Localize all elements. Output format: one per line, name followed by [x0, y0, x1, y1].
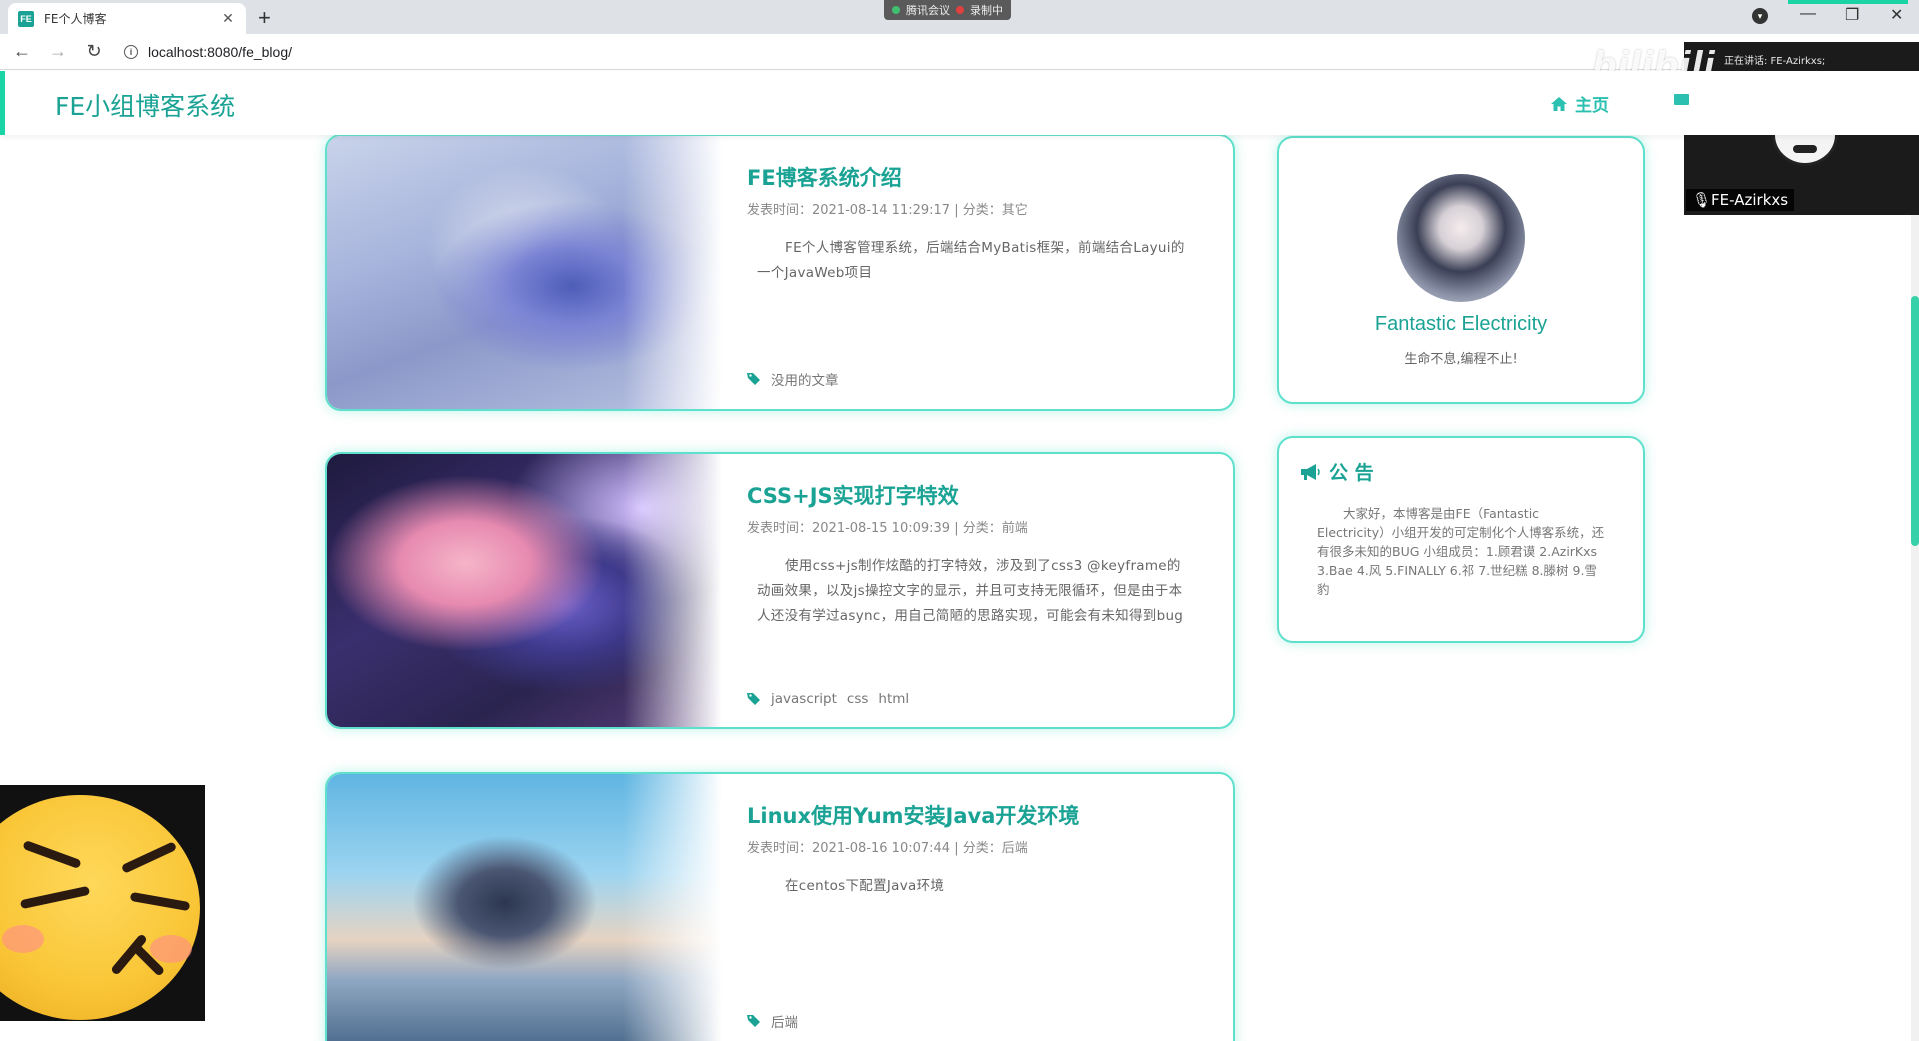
post-tags: 后端	[747, 1011, 798, 1031]
profile-card: Fantastic Electricity 生命不息,编程不止!	[1277, 136, 1645, 404]
page-scrollbar[interactable]	[1911, 71, 1919, 1041]
site-header: FE小组博客系统 主页	[0, 71, 1919, 135]
back-icon[interactable]: ←	[8, 41, 36, 62]
post-card[interactable]: CSS+JS实现打字特效 发表时间：2021-08-15 10:09:39 | …	[325, 452, 1235, 729]
scrollbar-thumb[interactable]	[1911, 296, 1919, 546]
folder-icon[interactable]	[1674, 94, 1689, 105]
post-cover-image[interactable]	[327, 136, 722, 409]
meeting-app-label: 腾讯会议	[906, 4, 950, 17]
post-card[interactable]: Linux使用Yum安装Java开发环境 发表时间：2021-08-16 10:…	[325, 772, 1235, 1041]
tags-icon	[747, 693, 760, 705]
post-title[interactable]: CSS+JS实现打字特效	[747, 480, 959, 510]
camera-name-label: 🎙FE-Azirkxs	[1686, 189, 1795, 211]
tag-link[interactable]: 没用的文章	[771, 369, 839, 389]
post-cover-image[interactable]	[327, 774, 722, 1041]
megaphone-icon	[1301, 463, 1320, 480]
post-tags: 没用的文章	[747, 369, 839, 389]
minimize-icon[interactable]: —	[1800, 5, 1816, 23]
address-bar[interactable]: i localhost:8080/fe_blog/	[124, 44, 292, 60]
tab-title: FE个人博客	[44, 12, 107, 26]
browser-titlebar: FE FE个人博客 ✕ + 腾讯会议 录制中 ▾ — ❐ ✕	[0, 0, 1919, 34]
forward-icon[interactable]: →	[44, 41, 72, 62]
avatar[interactable]	[1397, 174, 1525, 302]
notice-title: 公 告	[1329, 462, 1374, 484]
tags-icon	[747, 373, 760, 385]
close-window-icon[interactable]: ✕	[1890, 5, 1903, 25]
notice-heading: 公 告	[1299, 458, 1374, 485]
post-card[interactable]: FE博客系统介绍 发表时间：2021-08-14 11:29:17 | 分类：其…	[325, 134, 1235, 411]
post-description: 在centos下配置Java环境	[785, 878, 945, 894]
close-tab-icon[interactable]: ✕	[220, 10, 236, 27]
meeting-accent-bar	[1788, 0, 1908, 4]
speaker-status: 正在讲话: FE-Azirkxs;	[1724, 56, 1826, 67]
post-title[interactable]: FE博客系统介绍	[747, 162, 902, 192]
post-cover-image[interactable]	[327, 454, 722, 727]
post-title[interactable]: Linux使用Yum安装Java开发环境	[747, 800, 1079, 830]
tag-link[interactable]: css	[847, 691, 869, 707]
notice-card: 公 告 大家好，本博客是由FE（Fantastic Electricity）小组…	[1277, 436, 1645, 643]
post-meta: 发表时间：2021-08-14 11:29:17 | 分类：其它	[747, 203, 1028, 218]
emoji-overlay	[0, 785, 205, 1021]
tag-link[interactable]: html	[878, 691, 909, 707]
tag-link[interactable]: javascript	[771, 691, 837, 707]
post-tags: javascript css html	[747, 691, 909, 707]
recording-label: 录制中	[970, 4, 1003, 17]
url-text: localhost:8080/fe_blog/	[148, 43, 292, 60]
profile-motto: 生命不息,编程不止!	[1404, 352, 1518, 367]
profile-name: Fantastic Electricity	[1374, 313, 1548, 335]
post-meta: 发表时间：2021-08-15 10:09:39 | 分类：前端	[747, 521, 1028, 536]
restore-icon[interactable]: ❐	[1845, 5, 1859, 25]
post-meta: 发表时间：2021-08-16 10:07:44 | 分类：后端	[747, 841, 1028, 856]
home-icon	[1551, 96, 1567, 111]
meeting-status-icon	[892, 6, 900, 14]
site-logo[interactable]: FE小组博客系统	[55, 87, 235, 123]
site-info-icon[interactable]: i	[124, 44, 138, 59]
browser-tab[interactable]: FE FE个人博客 ✕	[8, 3, 246, 34]
nav-home-link[interactable]: 主页	[1551, 91, 1609, 116]
record-dot-icon	[956, 6, 964, 14]
nav-home-label: 主页	[1575, 96, 1609, 116]
new-tab-icon[interactable]: +	[258, 5, 271, 31]
profile-menu-icon[interactable]: ▾	[1752, 8, 1768, 24]
notice-text: 大家好，本博客是由FE（Fantastic Electricity）小组开发的可…	[1317, 506, 1605, 597]
post-description: FE个人博客管理系统，后端结合MyBatis框架，前端结合Layui的一个Jav…	[757, 240, 1185, 281]
tag-link[interactable]: 后端	[771, 1011, 798, 1031]
tags-icon	[747, 1015, 760, 1027]
reload-icon[interactable]: ↻	[80, 41, 108, 62]
site-favicon-icon: FE	[18, 10, 34, 27]
meeting-indicator[interactable]: 腾讯会议 录制中	[884, 0, 1011, 20]
post-description: 使用css+js制作炫酷的打字特效，涉及到了css3 @keyframe的动画效…	[757, 558, 1184, 624]
